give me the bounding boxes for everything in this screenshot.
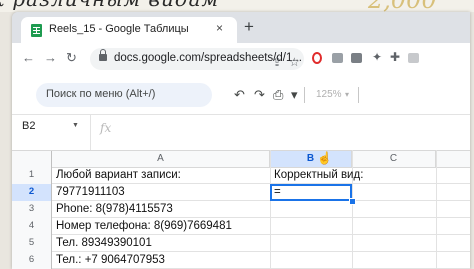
cell-a2[interactable]: 79771911103: [52, 184, 270, 200]
cell-b4[interactable]: [270, 218, 352, 234]
fx-icon: fx: [100, 121, 112, 135]
tab-title: Reels_15 - Google Таблицы: [49, 23, 189, 35]
handwritten-number: 2,000: [368, 0, 437, 12]
reload-icon[interactable]: ↻: [66, 51, 77, 65]
row-header[interactable]: 5: [12, 235, 52, 252]
toolbar-divider: [304, 87, 305, 103]
sidebar-icon[interactable]: [408, 53, 419, 63]
redo-icon[interactable]: ↷: [254, 88, 265, 102]
paint-format-icon[interactable]: ▾: [291, 88, 298, 102]
address-bar-row: ← → ↻ docs.google.com/spreadsheets/d/1..…: [12, 43, 470, 75]
row-header[interactable]: 4: [12, 218, 52, 235]
print-icon[interactable]: ⎙: [273, 88, 283, 102]
spreadsheet-grid: A B C ☝ 1 Любой вариант записи: Корректн…: [12, 150, 470, 269]
lock-icon: [99, 49, 107, 61]
undo-icon[interactable]: ↶: [234, 88, 245, 102]
share-icon[interactable]: ⇪: [272, 56, 282, 69]
cell-a5[interactable]: Тел. 89349390101: [52, 235, 270, 251]
table-row: 6 Тел.: +7 9064707953: [12, 252, 470, 269]
sheets-favicon-icon: [31, 24, 42, 37]
name-box[interactable]: B2 ▼: [12, 115, 91, 151]
menu-search-box[interactable]: Поиск по меню (Alt+/): [36, 83, 212, 107]
handwritten-caption: к различным видам: [0, 0, 219, 11]
table-row: 5 Тел. 89349390101: [12, 235, 470, 252]
cell-a3[interactable]: Phone: 8(978)4115573: [52, 201, 270, 217]
video-overlay-strip: к различным видам 2,000: [0, 0, 474, 12]
chevron-down-icon[interactable]: ▼: [72, 122, 79, 129]
cell-b1[interactable]: Корректный вид:: [270, 167, 470, 183]
formula-bar: B2 ▼ fx: [12, 114, 470, 151]
row-header[interactable]: 2: [12, 184, 52, 201]
table-row: 3 Phone: 8(978)4115573: [12, 201, 470, 218]
hand-cursor-icon: ☝: [317, 151, 332, 165]
cell-a1[interactable]: Любой вариант записи:: [52, 167, 270, 183]
column-header-row: A B C: [12, 150, 470, 168]
column-header-b[interactable]: B: [270, 151, 352, 167]
browser-tab-active[interactable]: Reels_15 - Google Таблицы ×: [21, 17, 237, 43]
row-header[interactable]: 3: [12, 201, 52, 218]
new-tab-button[interactable]: +: [244, 18, 254, 35]
table-row: 1 Любой вариант записи: Корректный вид:: [12, 167, 470, 184]
tab-strip: Reels_15 - Google Таблицы × +: [12, 12, 470, 43]
back-arrow-icon[interactable]: ←: [22, 51, 35, 65]
row-header[interactable]: 6: [12, 252, 52, 269]
cell-b5[interactable]: [270, 235, 352, 251]
table-row: 2 79771911103 =: [12, 184, 470, 205]
column-header-a[interactable]: A: [52, 151, 270, 167]
table-row: 4 Номер телефона: 8(969)7669481: [12, 218, 470, 235]
row-header[interactable]: 1: [12, 167, 52, 184]
pin-extension-icon[interactable]: ✦: [372, 51, 382, 64]
active-cell-border: [270, 184, 352, 201]
cell-a6[interactable]: Тел.: +7 9064707953: [52, 252, 270, 268]
opera-extension-icon[interactable]: [312, 52, 322, 64]
toolbar-divider-2: [358, 87, 359, 103]
chevron-down-icon[interactable]: ▾: [345, 90, 349, 99]
extension-icon-2[interactable]: [351, 53, 362, 63]
name-box-value[interactable]: B2: [22, 120, 35, 132]
bookmark-star-icon[interactable]: ☆: [289, 56, 300, 69]
menu-search-placeholder: Поиск по меню (Alt+/): [46, 88, 156, 100]
forward-arrow-icon[interactable]: →: [44, 51, 57, 65]
sheets-toolbar: Поиск по меню (Alt+/) ↶ ↷ ⎙ ▾ 125% ▾: [12, 75, 470, 114]
tab-close-icon[interactable]: ×: [216, 21, 223, 35]
cell-a4[interactable]: Номер телефона: 8(969)7669481: [52, 218, 270, 234]
extensions-puzzle-icon[interactable]: ✚: [390, 51, 400, 64]
select-all-corner[interactable]: [12, 151, 52, 167]
zoom-select[interactable]: 125%: [316, 89, 342, 100]
cell-b6[interactable]: [270, 252, 352, 268]
url-omnibox[interactable]: docs.google.com/spreadsheets/d/1... ⇪ ☆: [90, 48, 304, 70]
column-header-c[interactable]: C: [352, 151, 436, 167]
browser-window: Reels_15 - Google Таблицы × + ← → ↻ docs…: [12, 12, 470, 269]
extension-icon[interactable]: [332, 53, 343, 63]
cell-b3[interactable]: [270, 201, 352, 217]
